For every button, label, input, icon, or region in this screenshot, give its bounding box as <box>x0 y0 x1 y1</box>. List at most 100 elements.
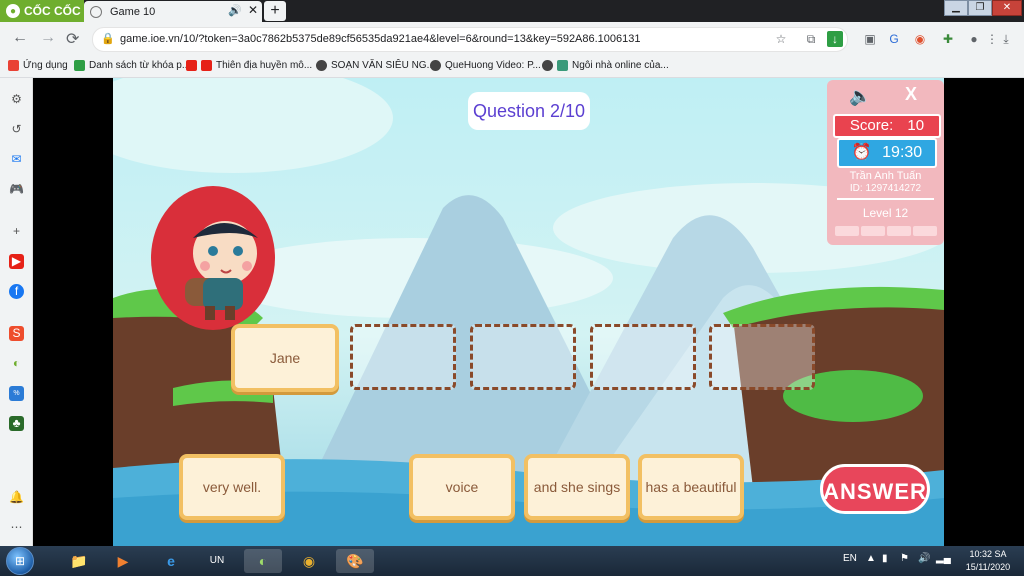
network-signal-icon[interactable]: ▂▄ <box>936 553 951 564</box>
close-window-button[interactable]: ✕ <box>992 0 1022 16</box>
game-ext-icon[interactable]: ♣ <box>9 416 24 431</box>
player-name: Trần Anh Tuấn <box>849 170 922 182</box>
reload-icon[interactable]: ⟳ <box>66 29 79 49</box>
progress-segment <box>835 226 859 236</box>
level-label: Level 12 <box>862 206 909 220</box>
score-value: 10 <box>907 117 925 134</box>
bookmark-apps[interactable]: Ứng dụng <box>8 60 68 71</box>
answer-slot-5[interactable] <box>709 324 815 390</box>
facebook-icon[interactable]: f <box>9 284 24 299</box>
more-icon[interactable]: ⋯ <box>9 520 24 535</box>
progress-segment <box>887 226 911 236</box>
messenger-icon[interactable]: ✉ <box>9 152 24 167</box>
browser-tab[interactable]: Game 10 🔊 ✕ <box>84 1 262 22</box>
internet-explorer-icon[interactable]: e <box>152 549 190 573</box>
score-panel: 🔈 X Score: 10 ⏰ 19:30 Trần Anh Tuấn ID: … <box>827 80 944 245</box>
tray-device-icon[interactable]: ▮ <box>882 553 888 564</box>
bookmark-quehuong[interactable]: QueHuong Video: P... <box>430 60 541 71</box>
notification-bell-icon[interactable]: 🔔 <box>9 490 24 505</box>
settings-icon[interactable]: ⚙ <box>9 92 24 107</box>
translate-icon[interactable]: G <box>886 31 902 47</box>
hud-divider <box>837 198 934 200</box>
score-box: Score: 10 <box>833 114 941 138</box>
timer-value: 19:30 <box>882 144 923 161</box>
unikey-icon[interactable]: UN <box>198 549 236 573</box>
tab-title: Game 10 <box>110 5 156 18</box>
screenshot-icon[interactable]: ▣ <box>862 31 878 47</box>
action-center-flag-icon[interactable]: ⚑ <box>900 553 909 564</box>
address-bar[interactable]: 🔒 game.ioe.vn/10/?token=3a0c7862b5375de8… <box>92 27 848 52</box>
gamepad-icon[interactable]: 🎮 <box>9 182 24 197</box>
word-tile[interactable]: very well. <box>179 454 285 520</box>
word-tile[interactable]: voice <box>409 454 515 520</box>
shopee-icon[interactable]: S <box>9 326 24 341</box>
answer-button[interactable]: ANSWER <box>820 464 930 514</box>
profile-icon[interactable]: ● <box>966 31 982 47</box>
coccoc-taskbar-icon[interactable]: ◐ <box>244 549 282 573</box>
cloud <box>113 78 393 173</box>
chrome-ext-icon[interactable]: ◉ <box>912 31 928 47</box>
alarm-clock-icon: ⏰ <box>851 144 872 161</box>
timer-box: ⏰ 19:30 <box>837 138 937 168</box>
tray-expand-icon[interactable]: ▲ <box>866 553 876 564</box>
close-game-icon[interactable]: X <box>905 84 917 105</box>
lock-icon: 🔒 <box>101 33 115 45</box>
address-url: game.ioe.vn/10/?token=3a0c7862b5375de89c… <box>120 33 641 45</box>
youtube-sidebar-icon[interactable]: ▶ <box>9 254 24 269</box>
downloads-tray-icon[interactable]: ⤓ <box>998 31 1014 47</box>
extension-icon[interactable]: ⧉ <box>803 31 819 47</box>
puzzle-icon[interactable]: ✚ <box>940 31 956 47</box>
history-icon[interactable]: ↺ <box>9 122 24 137</box>
tab-audio-icon[interactable]: 🔊 <box>228 4 242 17</box>
question-counter: Question 2/10 <box>468 92 590 130</box>
progress-segment <box>913 226 937 236</box>
red-hood-girl-character <box>151 186 275 330</box>
word-tile[interactable]: has a beautiful <box>638 454 744 520</box>
back-icon[interactable]: ← <box>12 29 28 47</box>
bookmarks-bar: Ứng dụng Danh sách từ khóa p... Thiên đị… <box>0 56 1024 78</box>
volume-icon[interactable]: 🔊 <box>918 553 930 564</box>
system-clock[interactable]: 10:32 SA 15/11/2020 <box>958 548 1018 574</box>
score-label: Score: <box>849 117 894 134</box>
chrome-taskbar-icon[interactable]: ◉ <box>290 549 328 573</box>
word-tile[interactable]: and she sings <box>524 454 630 520</box>
paint-icon[interactable]: 🎨 <box>336 549 374 573</box>
new-tab-button[interactable]: + <box>264 1 286 21</box>
globe-icon <box>430 60 441 71</box>
file-explorer-icon[interactable]: 📁 <box>60 549 98 573</box>
answer-slot-4[interactable] <box>590 324 696 390</box>
minimize-window-button[interactable]: ▁ <box>944 0 968 16</box>
promo-icon[interactable]: % <box>9 386 24 401</box>
bookmark-ngoi-nha[interactable]: Ngôi nhà online của... <box>542 60 669 71</box>
browser-tab-bar: ● CỐC CỐC Game 10 🔊 ✕ + ▁ ❐ ✕ <box>0 0 1024 22</box>
bookmark-keywords[interactable]: Danh sách từ khóa p... <box>74 60 190 71</box>
windows-taskbar: ⊞ 📁 ▶ e UN ◐ ◉ 🎨 EN ▲ ▮ ⚑ 🔊 ▂▄ 10:32 SA … <box>0 546 1024 576</box>
apps-grid-icon <box>8 60 19 71</box>
youtube-icon <box>201 60 212 71</box>
coccoc-sidebar-icon[interactable]: ◐ <box>9 356 24 371</box>
bookmark-youtube-thien-dia[interactable]: Thiên địa huyền mô... <box>186 60 312 71</box>
clock-date: 15/11/2020 <box>965 562 1011 572</box>
download-icon[interactable]: ↓ <box>827 31 843 47</box>
progress-segment <box>861 226 885 236</box>
browser-sidebar: ⚙ ↺ ✉ 🎮 + ▶ f S ◐ % ♣ 🔔 ⋯ <box>0 78 33 546</box>
start-button[interactable]: ⊞ <box>6 547 34 575</box>
brand-label: CỐC CỐC <box>24 4 81 18</box>
add-sidebar-icon[interactable]: + <box>9 224 24 239</box>
bookmark-star-icon[interactable]: ☆ <box>773 31 789 47</box>
placed-word-tile[interactable]: Jane <box>231 324 339 392</box>
sound-toggle-icon[interactable]: 🔈 <box>849 86 871 107</box>
media-player-icon[interactable]: ▶ <box>104 549 142 573</box>
player-id: ID: 1297414272 <box>849 183 922 194</box>
coccoc-logo-icon: ● <box>6 4 20 18</box>
language-indicator[interactable]: EN <box>843 553 857 564</box>
tab-favicon-icon <box>90 5 102 18</box>
bookmark-soan-van[interactable]: SOẠN VĂN SIÊU NG... <box>316 60 435 71</box>
browser-brand[interactable]: ● CỐC CỐC <box>0 0 84 22</box>
answer-slot-3[interactable] <box>470 324 576 390</box>
forward-icon[interactable]: → <box>40 29 56 47</box>
answer-slot-2[interactable] <box>350 324 456 390</box>
tab-close-icon[interactable]: ✕ <box>248 3 258 17</box>
youtube-icon <box>186 60 197 71</box>
maximize-window-button[interactable]: ❐ <box>968 0 992 16</box>
